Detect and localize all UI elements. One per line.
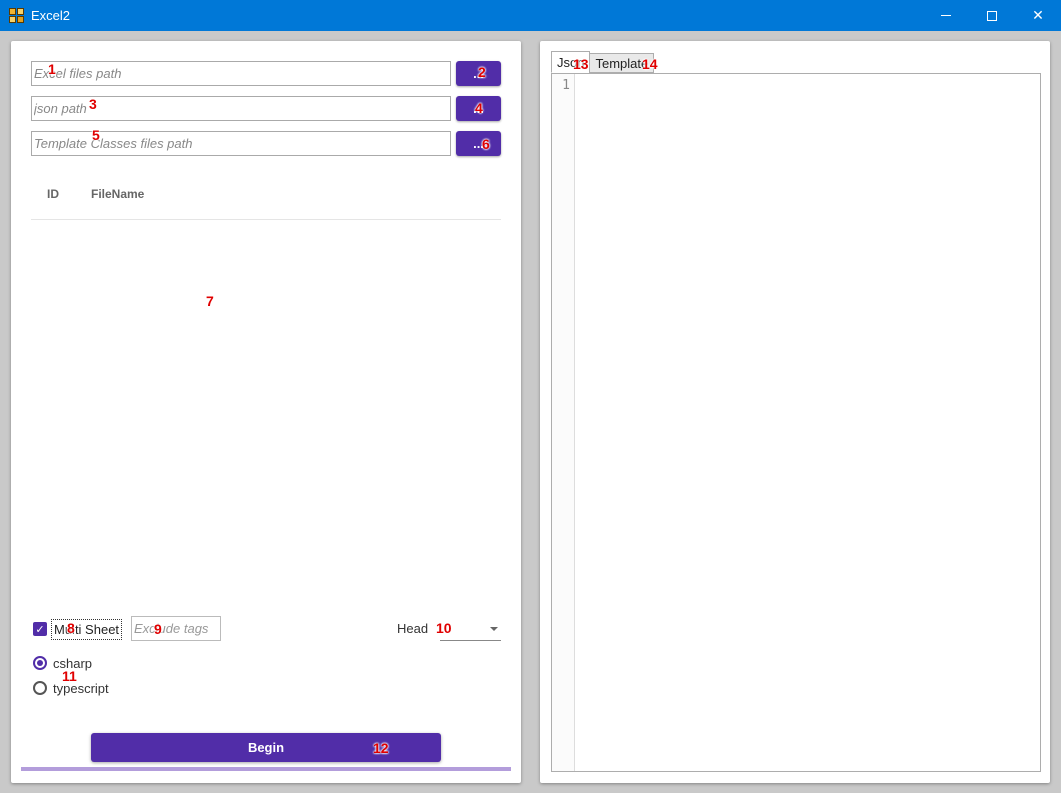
- app-icon: [9, 7, 25, 24]
- dropdown-caret-icon: [490, 627, 498, 631]
- code-editor[interactable]: 1: [551, 73, 1041, 772]
- radio-selected-icon[interactable]: [33, 656, 47, 670]
- multi-sheet-checkbox[interactable]: ✓ Multi Sheet: [33, 617, 123, 641]
- radio-typescript[interactable]: typescript: [33, 678, 109, 698]
- column-header-filename[interactable]: FileName: [91, 187, 144, 201]
- json-browse-button[interactable]: ...: [456, 96, 501, 121]
- line-number-gutter: 1: [552, 74, 575, 771]
- excel-browse-button[interactable]: ...: [456, 61, 501, 86]
- json-path-row: ...: [31, 96, 501, 122]
- file-list[interactable]: [31, 221, 501, 611]
- title-bar: Excel2 ✕: [0, 0, 1061, 31]
- template-path-row: ...: [31, 131, 501, 157]
- close-icon: ✕: [1032, 7, 1044, 23]
- minimize-icon: [941, 15, 951, 16]
- window-title: Excel2: [31, 8, 71, 23]
- excel-path-row: ...: [31, 61, 501, 87]
- file-table-header: ID FileName: [31, 176, 501, 220]
- minimize-button[interactable]: [923, 0, 969, 31]
- tab-json[interactable]: Json: [551, 51, 591, 73]
- exclude-tags-input[interactable]: [131, 616, 221, 641]
- tab-strip: Json Template: [551, 51, 655, 75]
- right-panel: Json Template 1: [540, 41, 1050, 783]
- maximize-icon: [987, 10, 997, 21]
- begin-button[interactable]: Begin: [91, 733, 441, 762]
- template-path-input[interactable]: [31, 131, 451, 156]
- template-browse-button[interactable]: ...: [456, 131, 501, 156]
- head-label: Head: [397, 621, 429, 636]
- radio-typescript-label[interactable]: typescript: [53, 681, 109, 696]
- excel-path-input[interactable]: [31, 61, 451, 86]
- radio-unselected-icon[interactable]: [33, 681, 47, 695]
- radio-csharp-label[interactable]: csharp: [53, 656, 92, 671]
- column-header-id[interactable]: ID: [47, 187, 59, 201]
- line-number: 1: [562, 78, 570, 93]
- head-select[interactable]: [440, 618, 501, 641]
- multi-sheet-label[interactable]: Multi Sheet: [51, 618, 123, 640]
- maximize-button[interactable]: [969, 0, 1015, 31]
- close-button[interactable]: ✕: [1015, 0, 1061, 31]
- json-path-input[interactable]: [31, 96, 451, 121]
- checkbox-checked-icon[interactable]: ✓: [33, 622, 47, 636]
- radio-csharp[interactable]: csharp: [33, 653, 92, 673]
- left-panel: ... ... ... ID FileName ✓ Multi Sheet He…: [11, 41, 521, 783]
- tab-template[interactable]: Template: [589, 53, 655, 73]
- progress-bar: [21, 767, 511, 771]
